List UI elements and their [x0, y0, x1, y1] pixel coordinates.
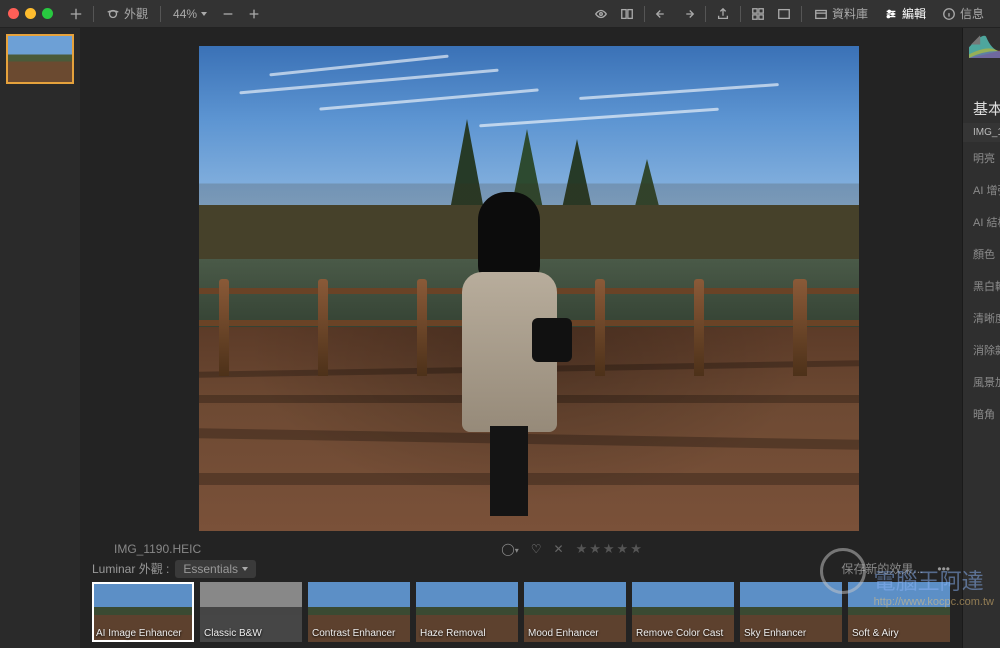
zoom-level[interactable]: 44%: [165, 0, 215, 27]
preset-label: Classic B&W: [200, 625, 266, 642]
favorite-button[interactable]: ♡: [531, 542, 542, 556]
tool-bw[interactable]: 黑白轉換: [963, 270, 1000, 302]
preset-item[interactable]: Soft & Airy: [848, 582, 950, 642]
clip-shadows-icon[interactable]: ◢: [971, 32, 980, 46]
more-presets-button[interactable]: •••: [937, 562, 950, 576]
tool-color[interactable]: 顏色: [963, 238, 1000, 270]
panel-section-title: 基本功能: [963, 92, 1000, 123]
preset-label: Remove Color Cast: [632, 625, 727, 642]
preset-category-menu[interactable]: Essentials: [175, 560, 256, 578]
top-toolbar: 外觀 44% 資料庫 編輯 信息: [0, 0, 1000, 28]
preset-item[interactable]: Mood Enhancer: [524, 582, 626, 642]
panel-file-name: IMG_1190.HEIC: [963, 123, 1000, 142]
tool-landscape[interactable]: 風景加強工具: [963, 366, 1000, 398]
tool-list: 明亮 AI 增強 AI 結構 顏色 黑白轉換 清晰度增強 消除雜訊 PRO 風景…: [963, 142, 1000, 430]
close-window[interactable]: [8, 8, 19, 19]
preset-header: Luminar 外觀 : Essentials 保存新的效果... •••: [80, 559, 962, 578]
divider: [160, 6, 161, 22]
thumbnail-selected[interactable]: [6, 34, 74, 84]
info-tab[interactable]: 信息: [934, 0, 992, 27]
edit-panel: ◢ ◣ 基本功能 IMG_1190.HEIC 明亮 AI 增強 AI 結構 顏色…: [962, 28, 1000, 648]
photo-preview[interactable]: [199, 46, 859, 531]
grid-view-button[interactable]: [745, 0, 771, 27]
tool-ai-structure[interactable]: AI 結構: [963, 206, 1000, 238]
library-label: 資料庫: [832, 5, 868, 22]
export-button[interactable]: [710, 0, 736, 27]
canvas-area: [80, 28, 962, 539]
preset-item[interactable]: Classic B&W: [200, 582, 302, 642]
redo-button[interactable]: [675, 0, 701, 27]
window-controls: [8, 8, 53, 19]
library-tab[interactable]: 資料庫: [806, 0, 876, 27]
reject-button[interactable]: ✕: [554, 542, 564, 556]
center-column: IMG_1190.HEIC ◯▾ ♡ ✕ ★★★★★ Luminar 外觀 : …: [80, 28, 962, 648]
preset-item[interactable]: AI Image Enhancer: [92, 582, 194, 642]
tool-denoise[interactable]: 消除雜訊 PRO: [963, 334, 1000, 366]
single-view-button[interactable]: [771, 0, 797, 27]
edit-label: 編輯: [902, 5, 926, 22]
tool-ai-enhance[interactable]: AI 增強: [963, 174, 1000, 206]
preset-strip: AI Image Enhancer Classic B&W Contrast E…: [80, 578, 962, 648]
zoom-out-button[interactable]: [215, 0, 241, 27]
preset-label: Soft & Airy: [848, 625, 903, 642]
preset-item[interactable]: Remove Color Cast: [632, 582, 734, 642]
preview-toggle[interactable]: [588, 0, 614, 27]
preset-title: Luminar 外觀 :: [92, 560, 169, 577]
histogram[interactable]: ◢ ◣: [969, 32, 1000, 90]
minimize-window[interactable]: [25, 8, 36, 19]
preset-label: Haze Removal: [416, 625, 490, 642]
preset-item[interactable]: Sky Enhancer: [740, 582, 842, 642]
zoom-in-button[interactable]: [241, 0, 267, 27]
file-name: IMG_1190.HEIC: [114, 542, 201, 556]
appearance-menu[interactable]: 外觀: [98, 0, 156, 27]
color-tag-button[interactable]: ◯▾: [501, 542, 518, 556]
appearance-label: 外觀: [124, 5, 148, 22]
main-area: IMG_1190.HEIC ◯▾ ♡ ✕ ★★★★★ Luminar 外觀 : …: [0, 28, 1000, 648]
preset-label: AI Image Enhancer: [92, 625, 186, 642]
preset-category: Essentials: [183, 562, 238, 576]
divider: [93, 6, 94, 22]
tool-vignette[interactable]: 暗角: [963, 398, 1000, 430]
add-button[interactable]: [63, 0, 89, 27]
thumbnail-strip: [0, 28, 80, 648]
save-preset-button[interactable]: 保存新的效果...: [841, 560, 923, 577]
preset-label: Sky Enhancer: [740, 625, 810, 642]
rating-stars[interactable]: ★★★★★: [576, 541, 644, 557]
preset-label: Mood Enhancer: [524, 625, 603, 642]
preset-item[interactable]: Contrast Enhancer: [308, 582, 410, 642]
preset-item[interactable]: Haze Removal: [416, 582, 518, 642]
info-label: 信息: [960, 5, 984, 22]
tool-details[interactable]: 清晰度增強: [963, 302, 1000, 334]
photo-info-bar: IMG_1190.HEIC ◯▾ ♡ ✕ ★★★★★: [80, 539, 962, 559]
tool-denoise-label: 消除雜訊: [973, 342, 1000, 358]
chevron-down-icon: [201, 12, 207, 16]
preset-label: Contrast Enhancer: [308, 625, 399, 642]
zoom-value: 44%: [173, 7, 197, 21]
chevron-down-icon: [242, 567, 248, 571]
tool-light[interactable]: 明亮: [963, 142, 1000, 174]
zoom-window[interactable]: [42, 8, 53, 19]
undo-button[interactable]: [649, 0, 675, 27]
edit-tab[interactable]: 編輯: [876, 0, 934, 27]
compare-toggle[interactable]: [614, 0, 640, 27]
